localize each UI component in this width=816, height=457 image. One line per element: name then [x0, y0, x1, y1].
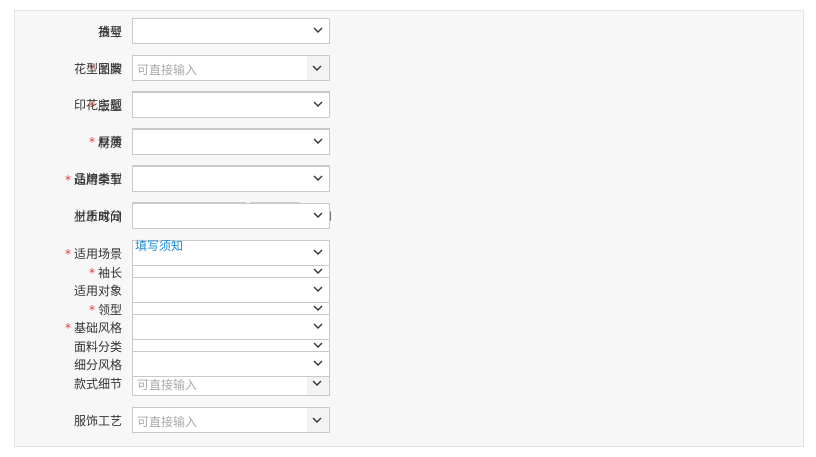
- left-row-10: 服饰工艺 可直接输入: [20, 407, 330, 433]
- right-row-7: 适用对象: [20, 277, 330, 303]
- combo-input[interactable]: 可直接输入: [132, 407, 330, 433]
- field-label-text: 细分风格: [73, 357, 122, 372]
- field-label: 上市时间: [20, 208, 132, 225]
- right-row-9: 细分风格: [20, 351, 330, 377]
- chevron-down-icon: [313, 339, 323, 349]
- field-label: 袖型: [20, 23, 132, 40]
- required-mark: *: [64, 172, 71, 187]
- right-row-2: * 版型: [20, 92, 330, 118]
- field-label: * 适用场景: [20, 245, 132, 262]
- field-label-text: 服饰工艺: [73, 413, 122, 428]
- chevron-down-icon: [313, 135, 323, 145]
- field-label: * 版型: [20, 97, 132, 114]
- field-label-text: 款式细节: [73, 376, 122, 391]
- select-dropdown[interactable]: [132, 18, 330, 44]
- select-dropdown[interactable]: [132, 314, 330, 340]
- chevron-down-icon: [313, 209, 323, 219]
- field-label-text: 上市时间: [73, 209, 122, 224]
- required-mark: *: [88, 98, 95, 113]
- right-row-1: 花型图案 可直接输入: [20, 55, 330, 81]
- right-row-8: * 基础风格: [20, 314, 330, 340]
- field-label: 款式细节: [20, 375, 132, 392]
- required-mark: *: [64, 320, 71, 335]
- chevron-down-icon: [313, 357, 323, 367]
- field-label-text: 适用季节: [73, 172, 122, 187]
- field-label-text: 版型: [97, 98, 122, 113]
- chevron-down-icon[interactable]: [307, 56, 329, 80]
- field-label: 适用对象: [20, 282, 132, 299]
- field-label: 细分风格: [20, 356, 132, 373]
- placeholder: 可直接输入: [137, 63, 198, 77]
- combo-input[interactable]: 可直接输入: [132, 55, 330, 81]
- chevron-down-icon: [313, 246, 323, 256]
- field-label: * 基础风格: [20, 319, 132, 336]
- field-label-text: 袖型: [97, 24, 122, 39]
- select-dropdown[interactable]: [132, 277, 330, 303]
- right-row-5: 上市时间: [20, 203, 330, 229]
- right-row-3: 材质: [20, 129, 330, 155]
- chevron-down-icon: [313, 283, 323, 293]
- field-label: 服饰工艺: [20, 412, 132, 429]
- field-label-text: 材质: [97, 135, 122, 150]
- select-dropdown[interactable]: [132, 129, 330, 155]
- select-dropdown[interactable]: [132, 92, 330, 118]
- required-mark: *: [64, 246, 71, 261]
- placeholder: 可直接输入: [137, 378, 198, 392]
- chevron-down-icon[interactable]: [307, 408, 329, 432]
- select-dropdown[interactable]: [132, 203, 330, 229]
- field-label: * 适用季节: [20, 171, 132, 188]
- right-row-0: 袖型: [20, 18, 330, 44]
- chevron-down-icon: [313, 172, 323, 182]
- field-label-text: 基础风格: [73, 320, 122, 335]
- field-label: 材质: [20, 134, 132, 151]
- field-label: 花型图案: [20, 60, 132, 77]
- chevron-down-icon: [313, 302, 323, 312]
- right-row-4: * 适用季节: [20, 166, 330, 192]
- field-label-text: 适用场景: [73, 246, 122, 261]
- placeholder: 可直接输入: [137, 415, 198, 429]
- chevron-down-icon: [313, 98, 323, 108]
- chevron-down-icon: [313, 320, 323, 330]
- select-dropdown[interactable]: [132, 166, 330, 192]
- chevron-down-icon: [313, 265, 323, 275]
- field-label-text: 适用对象: [73, 283, 122, 298]
- chevron-down-icon: [313, 24, 323, 34]
- field-label-text: 花型图案: [73, 61, 122, 76]
- fill-notice-link[interactable]: 填写须知: [135, 237, 183, 254]
- select-dropdown[interactable]: [132, 351, 330, 377]
